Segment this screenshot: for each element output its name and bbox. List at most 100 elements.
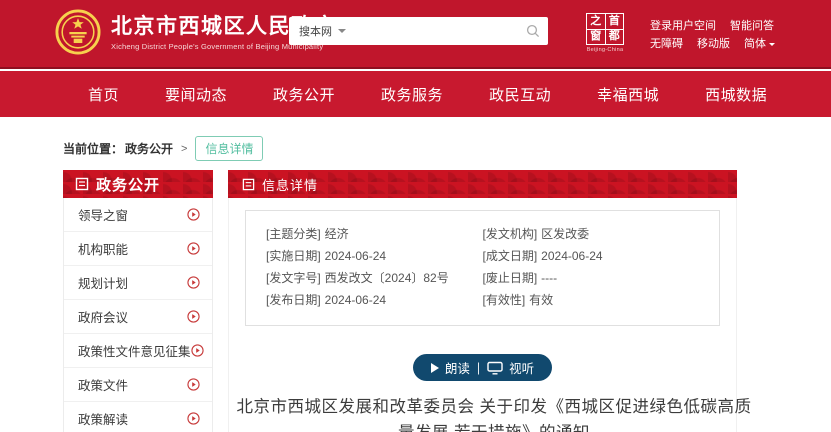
caret-down-icon (338, 29, 346, 33)
meta-label: [有效性] (483, 293, 526, 307)
sidebar-item-plans[interactable]: 规划计划 (64, 266, 212, 300)
meta-label: [废止日期] (483, 271, 538, 285)
meta-value: ---- (541, 271, 557, 285)
circle-arrow-icon (187, 276, 200, 289)
sidebar-item-policy-documents[interactable]: 政策文件 (64, 368, 212, 402)
breadcrumb-prefix: 当前位置： (63, 140, 123, 157)
header-quick-links: 登录用户空间 智能问答 无障碍 移动版 简体 (650, 17, 775, 53)
sidebar-item-gov-meetings[interactable]: 政府会议 (64, 300, 212, 334)
read-aloud-audiovisual-button[interactable]: 朗读 | 视听 (413, 354, 552, 381)
capital-window-logo[interactable]: 之 首 窗 都 Beijing-China (583, 13, 627, 53)
nav-item-gov-services[interactable]: 政务服务 (381, 84, 443, 105)
sidebar-item-org-functions[interactable]: 机构职能 (64, 232, 212, 266)
meta-label: [主题分类] (266, 227, 321, 241)
document-list-icon (242, 178, 255, 191)
nav-item-xicheng-data[interactable]: 西城数据 (705, 84, 767, 105)
sidebar-item-label: 领导之窗 (78, 205, 128, 224)
caret-down-icon (769, 43, 775, 46)
meta-label: [实施日期] (266, 249, 321, 263)
breadcrumb-section[interactable]: 政务公开 (125, 140, 173, 157)
sidebar-item-leaders-window[interactable]: 领导之窗 (64, 198, 212, 232)
sidebar-item-policy-interpretation[interactable]: 政策解读 (64, 402, 212, 432)
button-separator: | (477, 361, 480, 375)
read-aloud-label: 朗读 (445, 358, 470, 377)
nav-item-interaction[interactable]: 政民互动 (489, 84, 551, 105)
capital-window-char: 窗 (587, 30, 605, 45)
sidebar-item-label: 规划计划 (78, 273, 128, 292)
info-detail-panel: 信息详情 [主题分类] 经济 [实施日期] 2024-06-24 [发文字号] 西发改… (228, 170, 737, 432)
circle-arrow-icon (187, 378, 200, 391)
meta-value: 2024-06-24 (325, 293, 386, 307)
play-icon (431, 363, 439, 373)
meta-validity: [有效性]有效 (483, 289, 700, 311)
meta-label: [发文机构] (483, 227, 538, 241)
sidebar-item-policy-comments[interactable]: 政策性文件意见征集 (64, 334, 212, 368)
link-smart-qa[interactable]: 智能问答 (730, 17, 774, 35)
audiovisual-label: 视听 (509, 358, 534, 377)
sidebar-title: 政务公开 (96, 174, 160, 195)
main-nav: 首页 要闻动态 政务公开 政务服务 政民互动 幸福西城 西城数据 (0, 71, 831, 117)
meta-value: 区发改委 (541, 227, 589, 241)
info-detail-header: 信息详情 (228, 170, 737, 198)
sidebar-item-label: 政策解读 (78, 409, 128, 428)
capital-window-grid: 之 首 窗 都 (586, 13, 624, 45)
meta-label: [成文日期] (483, 249, 538, 263)
circle-arrow-icon (187, 242, 200, 255)
nav-item-news[interactable]: 要闻动态 (165, 84, 227, 105)
meta-topic-category: [主题分类] 经济 (266, 223, 483, 245)
sidebar-header: 政务公开 (63, 170, 213, 198)
meta-publish-date: [发布日期] 2024-06-24 (266, 289, 483, 311)
link-simplified-chinese-label: 简体 (744, 35, 766, 53)
document-title: 北京市西城区发展和改革委员会 关于印发《西城区促进绿色低碳高质量发展 若干措施》… (229, 395, 759, 432)
meta-implementation-date: [实施日期] 2024-06-24 (266, 245, 483, 267)
search-scope-dropdown[interactable]: 搜本网 (289, 23, 354, 39)
search-icon (526, 24, 540, 38)
sidebar-item-label: 政府会议 (78, 307, 128, 326)
meta-value: 2024-06-24 (541, 249, 602, 263)
info-detail-body: [主题分类] 经济 [实施日期] 2024-06-24 [发文字号] 西发改文〔202… (228, 198, 737, 432)
document-meta-box: [主题分类] 经济 [实施日期] 2024-06-24 [发文字号] 西发改文〔202… (245, 210, 720, 326)
sidebar-list: 领导之窗 机构职能 规划计划 政府会议 政策性文件意见征集 政策文件 (63, 198, 213, 432)
meta-column-left: [主题分类] 经济 [实施日期] 2024-06-24 [发文字号] 西发改文〔202… (266, 223, 483, 311)
meta-value: 2024-06-24 (325, 249, 386, 263)
link-accessibility[interactable]: 无障碍 (650, 35, 683, 53)
link-simplified-chinese[interactable]: 简体 (744, 35, 775, 53)
breadcrumb-separator: > (181, 143, 187, 155)
nav-item-happy-xicheng[interactable]: 幸福西城 (597, 84, 659, 105)
breadcrumb: 当前位置： 政务公开 > 信息详情 (63, 136, 263, 161)
sidebar-item-label: 机构职能 (78, 239, 128, 258)
meta-written-date: [成文日期]2024-06-24 (483, 245, 700, 267)
nav-item-gov-disclosure[interactable]: 政务公开 (273, 84, 335, 105)
capital-window-char: 之 (587, 14, 605, 29)
media-button-row: 朗读 | 视听 (229, 354, 736, 381)
breadcrumb-current[interactable]: 信息详情 (195, 136, 263, 161)
circle-arrow-icon (187, 412, 200, 425)
national-emblem-icon (55, 9, 101, 55)
circle-arrow-icon (187, 208, 200, 221)
capital-window-char: 都 (606, 30, 624, 45)
nav-item-home[interactable]: 首页 (88, 84, 119, 105)
sidebar-item-label: 政策性文件意见征集 (78, 341, 191, 360)
panel-title: 信息详情 (262, 175, 318, 194)
search-button[interactable] (518, 17, 548, 45)
search-scope-label: 搜本网 (299, 23, 332, 39)
meta-label: [发文字号] (266, 271, 321, 285)
search-bar: 搜本网 (289, 17, 548, 45)
meta-column-right: [发文机构]区发改委 [成文日期]2024-06-24 [废止日期]---- [… (483, 223, 700, 311)
monitor-icon (487, 361, 503, 375)
meta-issuing-agency: [发文机构]区发改委 (483, 223, 700, 245)
sidebar-item-label: 政策文件 (78, 375, 128, 394)
capital-window-char: 首 (606, 14, 624, 29)
sidebar-gov-disclosure: 政务公开 领导之窗 机构职能 规划计划 政府会议 政策性文件意见征集 (63, 170, 213, 432)
meta-label: [发布日期] (266, 293, 321, 307)
page: 北京市西城区人民政府 Xicheng District People's Gov… (0, 0, 831, 432)
link-login-user-space[interactable]: 登录用户空间 (650, 17, 716, 35)
meta-value: 西发改文〔2024〕82号 (325, 271, 449, 285)
meta-value: 有效 (529, 293, 553, 307)
site-header: 北京市西城区人民政府 Xicheng District People's Gov… (0, 0, 831, 69)
capital-window-caption: Beijing-China (583, 47, 627, 53)
link-mobile-version[interactable]: 移动版 (697, 35, 730, 53)
search-input[interactable] (354, 19, 518, 43)
meta-repeal-date: [废止日期]---- (483, 267, 700, 289)
meta-value: 经济 (325, 227, 349, 241)
